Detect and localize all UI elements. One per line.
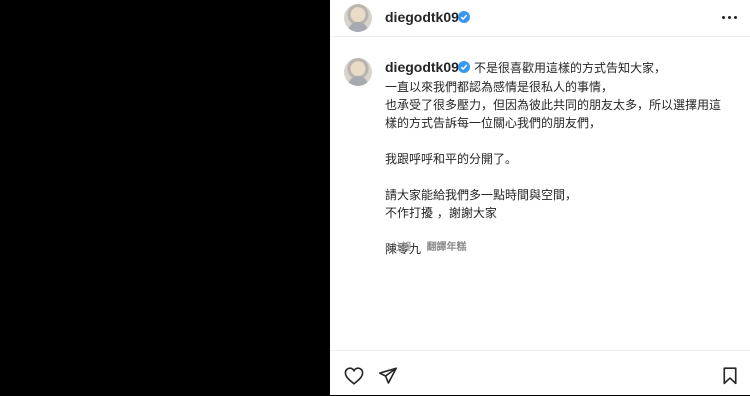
post-media[interactable] [0, 0, 330, 395]
verified-badge-icon [458, 61, 470, 73]
caption-line: 我跟呼呼和平的分開了。 [385, 152, 518, 166]
post-side-panel: diegodtk09 diegodtk09 不是很喜歡用這樣的方式告知大家， 一… [330, 0, 750, 395]
caption-meta: 8分鐘 翻譯年糕 [385, 238, 479, 253]
avatar[interactable] [344, 4, 372, 32]
timestamp: 8分鐘 [385, 242, 412, 253]
caption-line: 不作打擾 ，謝謝大家 [385, 206, 497, 220]
caption-line: 也承受了很多壓力，但因為彼此共同的朋友太多，所以選擇用這 [385, 98, 722, 112]
caption-line: 樣的方式告訴每一位關心我們的朋友們， [385, 116, 602, 130]
see-translation-link[interactable]: 翻譯年糕 [427, 242, 467, 253]
caption-line [385, 132, 725, 150]
more-options-icon[interactable] [722, 16, 738, 20]
verified-badge-icon [458, 11, 470, 23]
heart-icon[interactable] [344, 367, 364, 385]
caption: diegodtk09 不是很喜歡用這樣的方式告知大家， 一直以來我們都認為感情是… [330, 36, 750, 341]
action-bar [330, 350, 750, 396]
caption-first-line: 不是很喜歡用這樣的方式告知大家， [474, 61, 667, 75]
caption-line [385, 168, 725, 186]
caption-body: 一直以來我們都認為感情是很私人的事情， 也承受了很多壓力，但因為彼此共同的朋友太… [385, 78, 725, 258]
post-header: diegodtk09 [330, 0, 750, 37]
caption-avatar[interactable] [344, 58, 372, 86]
caption-username[interactable]: diegodtk09 [385, 59, 459, 75]
bookmark-icon[interactable] [722, 367, 738, 385]
paper-plane-icon[interactable] [378, 367, 398, 385]
caption-line: 一直以來我們都認為感情是很私人的事情， [385, 80, 614, 94]
header-username[interactable]: diegodtk09 [385, 9, 459, 25]
caption-line: 請大家能給我們多一點時間與空間， [385, 188, 578, 202]
